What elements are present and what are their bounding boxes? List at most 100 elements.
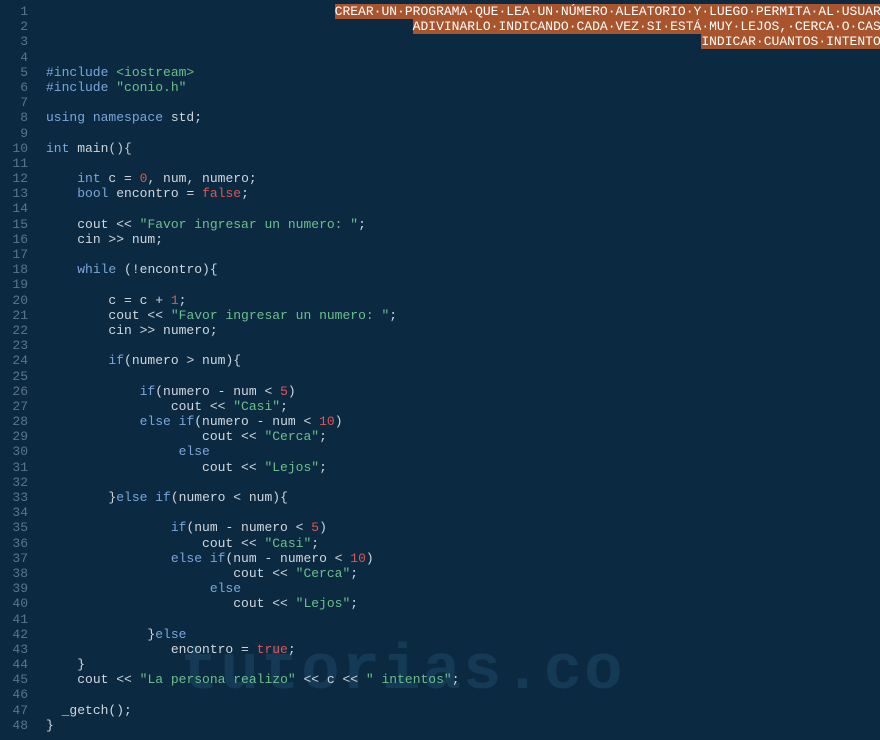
code-line: cout << "Cerca"; bbox=[46, 429, 880, 444]
code-line: CREAR·UN·PROGRAMA·QUE·LEA·UN·NÚMERO·ALEA… bbox=[46, 4, 880, 19]
token: cout << bbox=[77, 672, 139, 687]
line-number: 29 bbox=[0, 429, 28, 444]
code-line: cout << "Lejos"; bbox=[46, 596, 880, 611]
line-number: 47 bbox=[0, 703, 28, 718]
code-line: while (!encontro){ bbox=[46, 262, 880, 277]
token-keyword: else bbox=[179, 444, 210, 459]
line-number: 43 bbox=[0, 642, 28, 657]
line-number: 5 bbox=[0, 65, 28, 80]
code-line: cout << "La persona realizo" << c << " i… bbox=[46, 672, 880, 687]
token: ; bbox=[288, 642, 296, 657]
line-number: 44 bbox=[0, 657, 28, 672]
token-include: <iostream> bbox=[116, 65, 194, 80]
token: cout << bbox=[77, 217, 139, 232]
code-line bbox=[46, 475, 880, 490]
token-string: "La persona realizo" bbox=[140, 672, 296, 687]
comment-text: CREAR·UN·PROGRAMA·QUE·LEA·UN·NÚMERO·ALEA… bbox=[335, 4, 880, 19]
line-number: 33 bbox=[0, 490, 28, 505]
line-number: 1 bbox=[0, 4, 28, 19]
line-number: 17 bbox=[0, 247, 28, 262]
code-line: if(numero - num < 5) bbox=[46, 384, 880, 399]
code-line: else bbox=[46, 444, 880, 459]
code-line: cout << "Cerca"; bbox=[46, 566, 880, 581]
code-line: #include <iostream> bbox=[46, 65, 880, 80]
token-string: "Casi" bbox=[233, 399, 280, 414]
code-line: if(num - numero < 5) bbox=[46, 520, 880, 535]
line-number: 40 bbox=[0, 596, 28, 611]
token: ; bbox=[179, 293, 187, 308]
token: cout << bbox=[233, 566, 295, 581]
line-number: 22 bbox=[0, 323, 28, 338]
line-number: 2 bbox=[0, 19, 28, 34]
code-line: cout << "Lejos"; bbox=[46, 460, 880, 475]
line-number: 35 bbox=[0, 520, 28, 535]
line-number: 11 bbox=[0, 156, 28, 171]
line-number: 16 bbox=[0, 232, 28, 247]
token: cout << bbox=[202, 536, 264, 551]
token-keyword: #include bbox=[46, 80, 116, 95]
token: ) bbox=[335, 414, 343, 429]
token: cin >> num; bbox=[77, 232, 163, 247]
token: cin >> numero; bbox=[108, 323, 217, 338]
line-number: 6 bbox=[0, 80, 28, 95]
code-line: } bbox=[46, 657, 880, 672]
code-line bbox=[46, 369, 880, 384]
line-number-gutter: 1234567891011121314151617181920212223242… bbox=[0, 0, 36, 740]
token: (num - numero < bbox=[186, 520, 311, 535]
token-keyword: if bbox=[147, 490, 170, 505]
code-line: else if(numero - num < 10) bbox=[46, 414, 880, 429]
code-line bbox=[46, 50, 880, 65]
line-number: 12 bbox=[0, 171, 28, 186]
token: (num - numero < bbox=[225, 551, 350, 566]
code-area[interactable]: CREAR·UN·PROGRAMA·QUE·LEA·UN·NÚMERO·ALEA… bbox=[36, 0, 880, 740]
token-keyword: int bbox=[46, 141, 69, 156]
code-line: if(numero > num){ bbox=[46, 353, 880, 368]
line-number: 20 bbox=[0, 293, 28, 308]
token: std; bbox=[163, 110, 202, 125]
token: c = c + bbox=[108, 293, 170, 308]
token: cout << bbox=[202, 429, 264, 444]
token: << c << bbox=[296, 672, 366, 687]
comment-text: INDICAR·CUANTOS·INTENTOS·REALIZO bbox=[701, 34, 880, 49]
line-number: 26 bbox=[0, 384, 28, 399]
code-line: else if(num - numero < 10) bbox=[46, 551, 880, 566]
code-line: INDICAR·CUANTOS·INTENTOS·REALIZO bbox=[46, 34, 880, 49]
token-string: "conio.h" bbox=[116, 80, 186, 95]
code-line: }else bbox=[46, 627, 880, 642]
line-number: 32 bbox=[0, 475, 28, 490]
code-line: int main(){ bbox=[46, 141, 880, 156]
code-line bbox=[46, 247, 880, 262]
line-number: 39 bbox=[0, 581, 28, 596]
line-number: 7 bbox=[0, 95, 28, 110]
token: encontro = bbox=[108, 186, 202, 201]
code-line bbox=[46, 95, 880, 110]
line-number: 31 bbox=[0, 460, 28, 475]
token: ; bbox=[280, 399, 288, 414]
token-keyword: int bbox=[77, 171, 100, 186]
code-line: cout << "Favor ingresar un numero: "; bbox=[46, 308, 880, 323]
line-number: 14 bbox=[0, 201, 28, 216]
token: c = bbox=[101, 171, 140, 186]
code-line: using namespace std; bbox=[46, 110, 880, 125]
token: , num, numero; bbox=[147, 171, 256, 186]
token-literal: false bbox=[202, 186, 241, 201]
token-keyword: if bbox=[140, 384, 156, 399]
code-line: cout << "Casi"; bbox=[46, 399, 880, 414]
code-line bbox=[46, 612, 880, 627]
line-number: 48 bbox=[0, 718, 28, 733]
code-line: cin >> num; bbox=[46, 232, 880, 247]
token-keyword: else bbox=[116, 490, 147, 505]
line-number: 10 bbox=[0, 141, 28, 156]
line-number: 45 bbox=[0, 672, 28, 687]
token: ; bbox=[311, 536, 319, 551]
token-keyword: else bbox=[155, 627, 186, 642]
code-line bbox=[46, 201, 880, 216]
code-line bbox=[46, 277, 880, 292]
token-number: 10 bbox=[319, 414, 335, 429]
token: encontro = bbox=[171, 642, 257, 657]
code-line: _getch(); bbox=[46, 703, 880, 718]
token-keyword: namespace bbox=[85, 110, 163, 125]
token: cout << bbox=[108, 308, 170, 323]
token-keyword: else bbox=[140, 414, 171, 429]
code-line: #include "conio.h" bbox=[46, 80, 880, 95]
